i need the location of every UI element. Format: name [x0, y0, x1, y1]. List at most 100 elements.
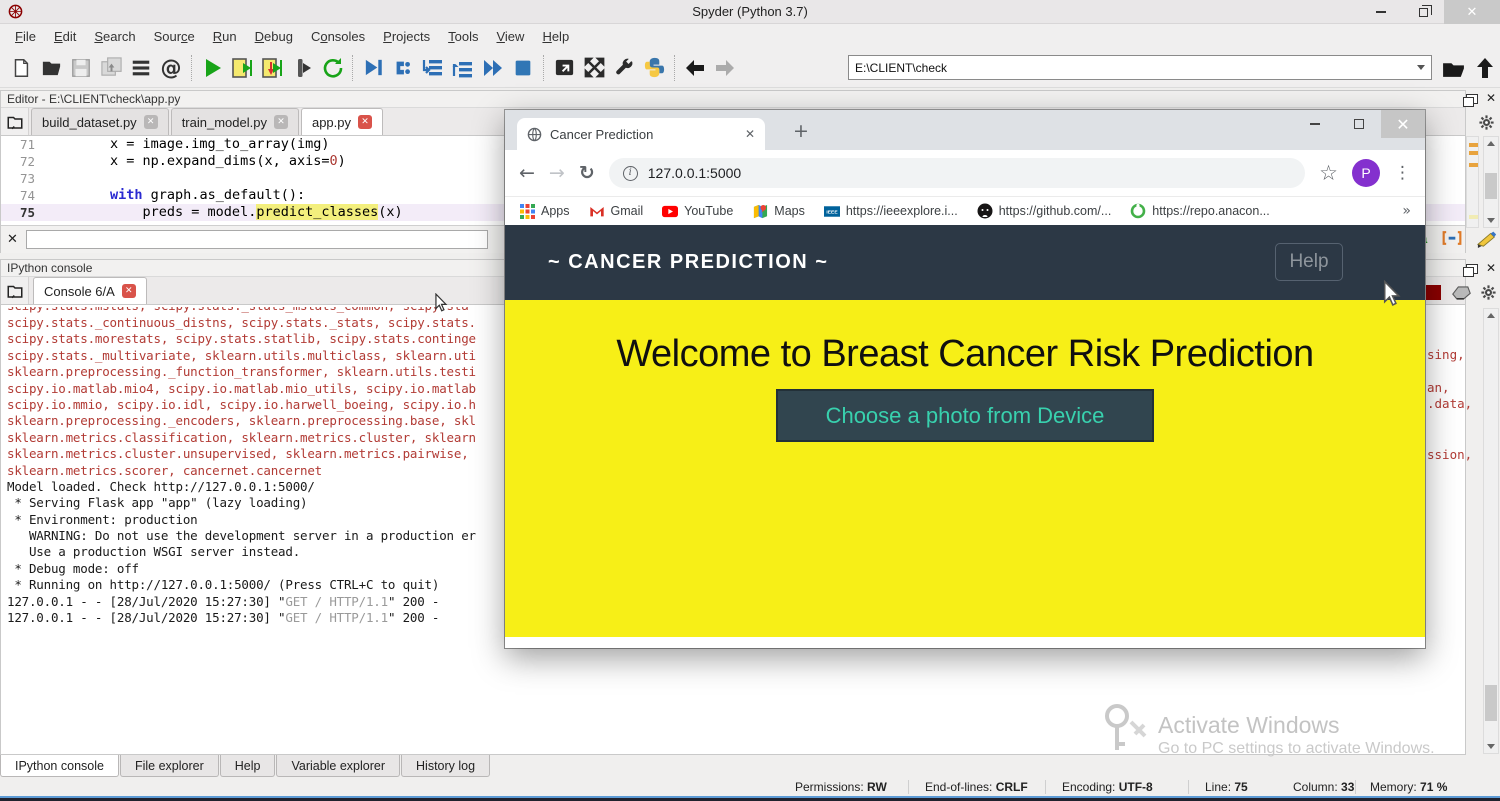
console-close-pane-icon[interactable]: ✕	[1486, 261, 1496, 275]
run-button[interactable]	[197, 53, 227, 83]
fullscreen-button[interactable]	[579, 53, 609, 83]
bookmarks-overflow-chevron-icon[interactable]: »	[1402, 203, 1411, 219]
bookmark-anaconda[interactable]: https://repo.anacon...	[1130, 203, 1269, 219]
console-clear-eraser-icon[interactable]	[1452, 285, 1471, 300]
bottom-tab-help[interactable]: Help	[220, 755, 276, 777]
restart-kernel-button[interactable]	[317, 53, 347, 83]
menu-help[interactable]: Help	[533, 26, 578, 47]
help-button[interactable]: Help	[1275, 243, 1343, 281]
working-directory-path: E:\CLIENT\check	[855, 61, 1417, 75]
profile-avatar[interactable]: P	[1352, 159, 1380, 187]
debug-continue-button[interactable]	[478, 53, 508, 83]
find-close-button[interactable]: ✕	[7, 232, 18, 247]
preferences-wrench-button[interactable]	[609, 53, 639, 83]
browser-maximize-button[interactable]	[1337, 110, 1381, 138]
editor-tab-train_model.py[interactable]: train_model.py✕	[171, 108, 299, 135]
debug-step-return-button[interactable]	[448, 53, 478, 83]
status-line: Line: 75	[1205, 780, 1248, 794]
webpage-bottom-strip	[505, 637, 1425, 648]
browser-menu-dots-icon[interactable]: ⋮	[1394, 163, 1411, 183]
browser-forward-icon[interactable]: →	[549, 162, 565, 184]
editor-tab-app.py[interactable]: app.py✕	[301, 108, 383, 135]
minimize-button[interactable]	[1360, 0, 1402, 24]
editor-tab-close-icon[interactable]: ✕	[144, 115, 158, 129]
choose-photo-button[interactable]: Choose a photo from Device	[776, 389, 1154, 442]
new-tab-button[interactable]: +	[793, 120, 809, 142]
menu-tools[interactable]: Tools	[439, 26, 487, 47]
open-file-button[interactable]	[36, 53, 66, 83]
browser-reload-icon[interactable]: ↻	[579, 162, 595, 184]
combo-dropdown-icon[interactable]	[1417, 65, 1425, 70]
debug-step-button[interactable]	[388, 53, 418, 83]
menu-debug[interactable]: Debug	[246, 26, 302, 47]
find-input[interactable]	[26, 230, 488, 249]
bookmark-label: Gmail	[611, 204, 644, 218]
run-selection-button[interactable]	[287, 53, 317, 83]
find-highlight-pen-icon[interactable]	[1476, 228, 1498, 248]
bookmark-gmail[interactable]: Gmail	[589, 203, 644, 219]
console-stop-icon[interactable]	[1426, 285, 1441, 300]
menu-edit[interactable]: Edit	[45, 26, 85, 47]
maximize-pane-button[interactable]	[549, 53, 579, 83]
bookmark-maps[interactable]: Maps	[752, 203, 805, 219]
taskbar-edge	[0, 796, 1500, 801]
console-browse-tabs-button[interactable]	[1, 277, 29, 304]
menu-bar: FileEditSearchSourceRunDebugConsolesProj…	[0, 24, 1500, 48]
working-directory-combo[interactable]: E:\CLIENT\check	[848, 55, 1432, 80]
editor-options-gear-icon[interactable]	[1478, 114, 1495, 131]
save-button[interactable]	[66, 53, 96, 83]
editor-tab-build_dataset.py[interactable]: build_dataset.py✕	[31, 108, 169, 135]
console-undock-icon[interactable]	[1464, 262, 1480, 276]
debug-file-button[interactable]	[358, 53, 388, 83]
editor-scrollbar[interactable]	[1483, 136, 1499, 228]
tab-close-icon[interactable]: ✕	[745, 127, 755, 141]
browse-tabs-button[interactable]	[1, 108, 29, 135]
menu-consoles[interactable]: Consoles	[302, 26, 374, 47]
symbol-finder-button[interactable]: @	[156, 53, 186, 83]
debug-step-into-button[interactable]	[418, 53, 448, 83]
console-options-gear-icon[interactable]	[1480, 284, 1497, 301]
editor-close-pane-icon[interactable]: ✕	[1486, 91, 1496, 105]
editor-tab-close-icon[interactable]: ✕	[274, 115, 288, 129]
close-button[interactable]: ✕	[1444, 0, 1500, 24]
menu-view[interactable]: View	[487, 26, 533, 47]
bottom-tab-history-log[interactable]: History log	[401, 755, 490, 777]
site-info-icon[interactable]: i	[623, 166, 638, 181]
bookmark-star-icon[interactable]: ☆	[1319, 161, 1338, 185]
browser-back-icon[interactable]: ←	[519, 162, 535, 184]
restore-button[interactable]	[1402, 0, 1444, 24]
menu-source[interactable]: Source	[145, 26, 204, 47]
menu-projects[interactable]: Projects	[374, 26, 439, 47]
open-directory-button[interactable]	[1438, 53, 1468, 83]
back-button[interactable]	[680, 53, 710, 83]
new-file-button[interactable]	[6, 53, 36, 83]
editor-tab-close-icon[interactable]: ✕	[358, 115, 372, 129]
browser-tab[interactable]: Cancer Prediction ✕	[517, 118, 765, 150]
bookmark-apps[interactable]: Apps	[519, 203, 570, 219]
save-all-button[interactable]	[96, 53, 126, 83]
bottom-tab-variable-explorer[interactable]: Variable explorer	[276, 755, 400, 777]
bookmark-github[interactable]: https://github.com/...	[977, 203, 1112, 219]
file-switcher-button[interactable]	[126, 53, 156, 83]
parent-directory-button[interactable]	[1470, 53, 1500, 83]
console-tab-close-icon[interactable]: ✕	[122, 284, 136, 298]
editor-undock-icon[interactable]	[1464, 92, 1480, 106]
menu-run[interactable]: Run	[204, 26, 246, 47]
browser-minimize-button[interactable]	[1293, 110, 1337, 138]
run-cell-advance-button[interactable]	[257, 53, 287, 83]
console-tab[interactable]: Console 6/A ✕	[33, 277, 147, 304]
python-env-button[interactable]	[639, 53, 669, 83]
address-bar[interactable]: i 127.0.0.1:5000	[609, 158, 1305, 188]
run-cell-button[interactable]	[227, 53, 257, 83]
console-scrollbar[interactable]	[1483, 308, 1499, 754]
bookmark-ieee[interactable]: IEEEhttps://ieeexplore.i...	[824, 203, 958, 219]
debug-stop-button[interactable]	[508, 53, 538, 83]
menu-file[interactable]: File	[6, 26, 45, 47]
browser-close-button[interactable]: ✕	[1381, 110, 1425, 138]
bottom-tab-ipython-console[interactable]: IPython console	[0, 755, 119, 777]
bottom-tab-file-explorer[interactable]: File explorer	[120, 755, 219, 777]
find-regex-icon[interactable]	[1442, 230, 1462, 246]
forward-button[interactable]	[710, 53, 740, 83]
menu-search[interactable]: Search	[85, 26, 144, 47]
bookmark-youtube[interactable]: YouTube	[662, 203, 733, 219]
